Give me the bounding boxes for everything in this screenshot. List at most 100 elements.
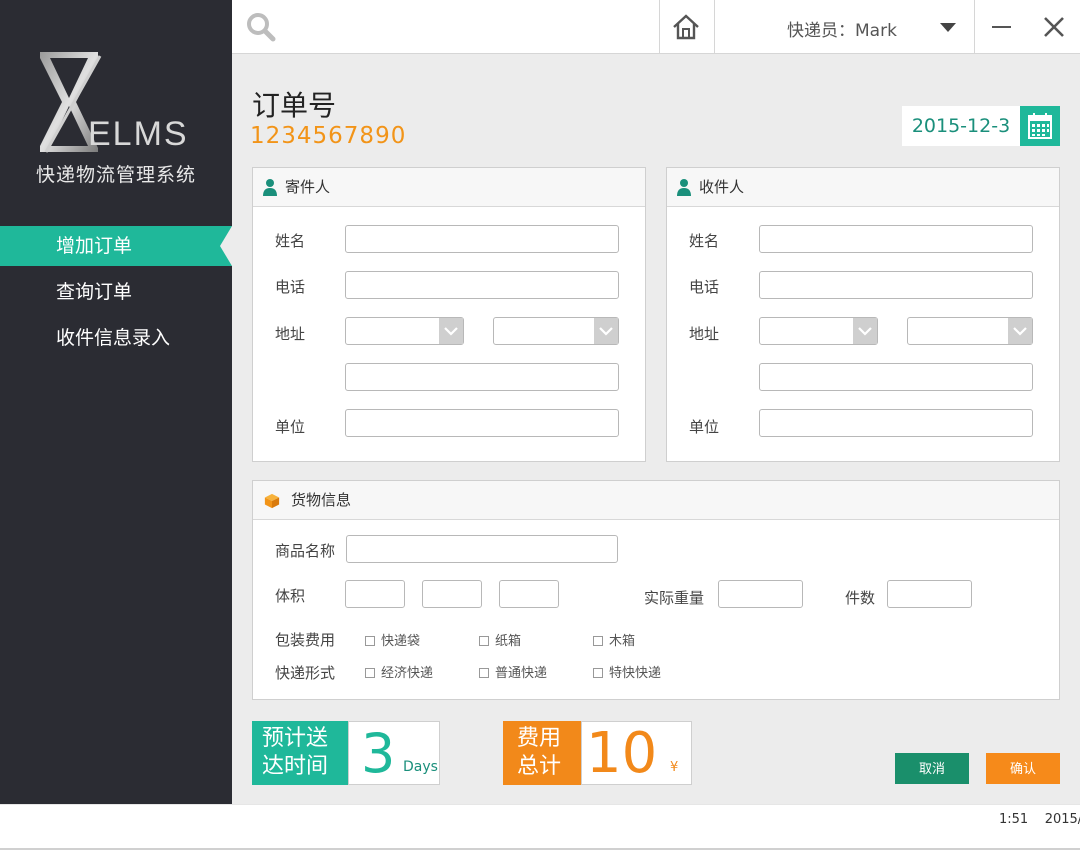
estimate-label-line: 预计送	[262, 726, 329, 751]
sender-company-input[interactable]	[345, 409, 619, 437]
sender-panel-header: 寄件人	[253, 168, 645, 207]
calendar-icon	[1028, 113, 1052, 139]
estimate-value-box: 3 Days	[348, 721, 440, 785]
chevron-down-icon	[594, 318, 618, 344]
sender-phone-label: 电话	[275, 278, 306, 296]
receiver-panel: 收件人 姓名 电话 地址 单位	[666, 167, 1060, 462]
chevron-down-icon[interactable]	[940, 23, 956, 32]
receiver-name-input[interactable]	[759, 225, 1033, 253]
active-indicator	[220, 226, 232, 266]
receiver-name-label: 姓名	[689, 232, 720, 250]
divider	[714, 0, 715, 54]
package-icon	[264, 493, 280, 509]
taskbar-clock: 1:51 2015/	[999, 812, 1080, 827]
checkbox	[593, 668, 603, 678]
count-label: 件数	[845, 589, 876, 607]
close-icon[interactable]	[1042, 15, 1066, 39]
goods-panel-header: 货物信息	[253, 481, 1059, 520]
volume-length-input[interactable]	[345, 580, 405, 608]
receiver-address-label: 地址	[689, 325, 720, 343]
product-name-input[interactable]	[346, 535, 618, 563]
sender-company-label: 单位	[275, 418, 306, 436]
receiver-phone-label: 电话	[689, 278, 720, 296]
receiver-company-input[interactable]	[759, 409, 1033, 437]
option-label: 特快快递	[609, 666, 662, 681]
packaging-option-wooden-box[interactable]: 木箱	[593, 630, 635, 649]
volume-height-input[interactable]	[499, 580, 559, 608]
sender-panel: 寄件人 姓名 电话 地址 单位	[252, 167, 646, 462]
sidebar-item-query-order[interactable]: 查询订单	[0, 272, 232, 312]
logo-text: ELMS	[88, 115, 189, 153]
weight-label: 实际重量	[644, 589, 705, 607]
sender-city-select[interactable]	[493, 317, 619, 345]
sender-province-select[interactable]	[345, 317, 464, 345]
divider	[974, 0, 975, 54]
confirm-button[interactable]: 确认	[986, 753, 1060, 784]
sender-address-detail-input[interactable]	[345, 363, 619, 391]
calendar-button[interactable]	[1020, 106, 1060, 146]
goods-panel-title: 货物信息	[291, 491, 352, 509]
person-icon	[677, 179, 691, 196]
person-icon	[263, 179, 277, 196]
receiver-company-label: 单位	[689, 418, 720, 436]
app-subtitle: 快递物流管理系统	[35, 164, 196, 186]
chevron-down-icon	[853, 318, 877, 344]
cancel-button[interactable]: 取消	[895, 753, 969, 784]
checkbox	[479, 636, 489, 646]
main-content: 订单号 1234567890 2015-12-3 寄件人 姓名 电话 地址 单位…	[232, 54, 1080, 804]
taskbar: 1:51 2015/	[0, 804, 1080, 850]
option-label: 经济快递	[381, 666, 434, 681]
option-label: 快递袋	[381, 634, 421, 649]
estimate-label: 预计送 达时间	[252, 721, 348, 785]
checkbox	[365, 636, 375, 646]
option-label: 木箱	[609, 634, 636, 649]
sender-address-label: 地址	[275, 325, 306, 343]
order-date[interactable]: 2015-12-3	[902, 106, 1020, 146]
packaging-option-carton[interactable]: 纸箱	[479, 630, 521, 649]
home-icon[interactable]	[672, 14, 700, 40]
delivery-option-standard[interactable]: 普通快递	[479, 662, 547, 681]
receiver-phone-input[interactable]	[759, 271, 1033, 299]
sidebar-item-label: 查询订单	[56, 281, 133, 303]
order-title: 订单号	[252, 89, 337, 122]
delivery-option-express[interactable]: 特快快递	[593, 662, 661, 681]
order-number: 1234567890	[250, 123, 407, 149]
fee-value-box: 10 ¥	[581, 721, 692, 785]
courier-label: 快递员：Mark	[787, 21, 897, 41]
estimate-value: 3	[361, 722, 396, 785]
fee-label-line: 总计	[517, 754, 562, 779]
sender-panel-title: 寄件人	[285, 178, 331, 196]
estimate-label-line: 达时间	[262, 754, 329, 779]
sidebar-item-receipt-entry[interactable]: 收件信息录入	[0, 318, 232, 358]
receiver-panel-title: 收件人	[699, 178, 745, 196]
chevron-down-icon	[1008, 318, 1032, 344]
checkbox	[593, 636, 603, 646]
option-label: 纸箱	[495, 634, 522, 649]
receiver-province-select[interactable]	[759, 317, 878, 345]
delivery-type-label: 快递形式	[275, 664, 336, 682]
top-bar: 快递员：Mark	[232, 0, 1080, 54]
estimate-unit: Days	[403, 759, 438, 775]
search-icon[interactable]	[246, 12, 276, 42]
weight-input[interactable]	[718, 580, 803, 608]
goods-panel: 货物信息 商品名称 体积 实际重量 件数 包装费用 快递袋 纸箱 木箱 快递形式…	[252, 480, 1060, 700]
fee-value: 10	[586, 721, 658, 786]
count-input[interactable]	[887, 580, 972, 608]
sidebar: ELMS 快递物流管理系统 增加订单 查询订单 收件信息录入	[0, 0, 232, 804]
divider	[659, 0, 660, 54]
sender-phone-input[interactable]	[345, 271, 619, 299]
sidebar-item-label: 收件信息录入	[56, 327, 171, 349]
checkbox	[479, 668, 489, 678]
sidebar-item-add-order[interactable]: 增加订单	[0, 226, 232, 266]
volume-label: 体积	[275, 587, 306, 605]
sender-name-input[interactable]	[345, 225, 619, 253]
volume-width-input[interactable]	[422, 580, 482, 608]
receiver-city-select[interactable]	[907, 317, 1033, 345]
option-label: 普通快递	[495, 666, 548, 681]
delivery-option-economy[interactable]: 经济快递	[365, 662, 433, 681]
fee-label: 费用 总计	[503, 721, 581, 785]
packaging-option-bag[interactable]: 快递袋	[365, 630, 420, 649]
minimize-icon[interactable]	[992, 26, 1011, 28]
receiver-address-detail-input[interactable]	[759, 363, 1033, 391]
fee-unit: ¥	[670, 760, 679, 775]
